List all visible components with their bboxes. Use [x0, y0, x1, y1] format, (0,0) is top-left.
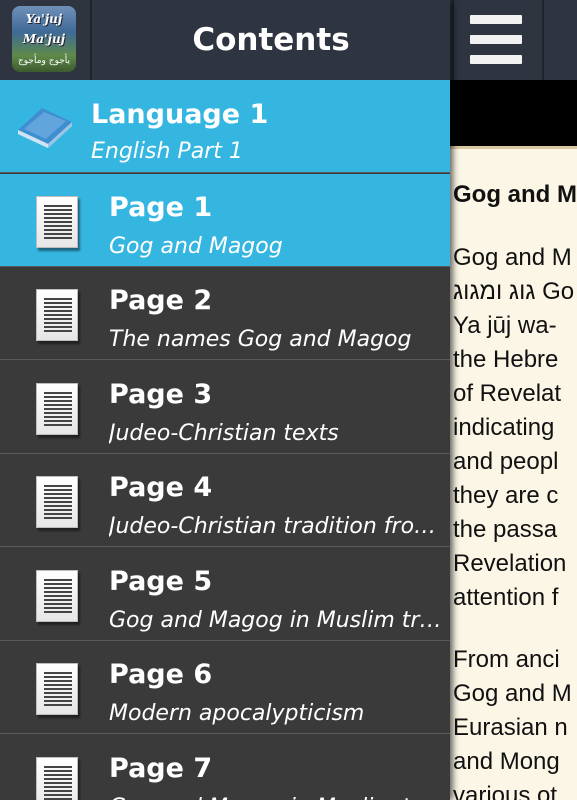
navigation-drawer: Ya'juj Ma'juj يأجوج ومأجوج Contents Lang… [0, 0, 450, 800]
drawer-item-subtitle: The names Gog and Magog [109, 327, 412, 352]
article-line: גוג ומגוג Go [453, 278, 575, 305]
drawer-item-page-4[interactable]: Page 4 Judeo-Christian tradition from... [0, 454, 450, 547]
document-icon [36, 757, 82, 800]
article-body: Gog and M גוג ומגוג Go Ya jūj wa- the He… [453, 241, 574, 800]
hamburger-menu-icon[interactable] [452, 0, 544, 80]
drawer-item-title: Page 1 [109, 192, 213, 223]
drawer-item-subtitle: Modern apocalypticism [109, 701, 365, 726]
article-line: indicating [453, 414, 555, 441]
group-subtitle: English Part 1 [91, 139, 243, 164]
article-line: Revelation [453, 550, 567, 577]
document-icon [36, 476, 82, 532]
article-line: various ot [453, 782, 558, 800]
article-line: of Revelat [453, 380, 562, 407]
article-line: the passa [453, 516, 558, 543]
article-line: Gog and M [453, 244, 572, 271]
article-line: Eurasian n [453, 714, 568, 741]
drawer-item-subtitle: Judeo-Christian tradition from... [109, 514, 444, 539]
article-line: the Hebre [453, 346, 559, 373]
app-logo-line3: يأجوج ومأجوج [17, 56, 71, 66]
document-icon [36, 196, 82, 252]
group-language-1[interactable]: Language 1 English Part 1 [0, 80, 450, 173]
drawer-item-title: Page 3 [109, 379, 213, 410]
document-icon [36, 383, 82, 439]
article-line: and Mong [453, 748, 560, 775]
article-line: and peopl [453, 448, 559, 475]
drawer-item-subtitle: Gog and Magog in Muslim trad... [109, 608, 444, 633]
article-line: Gog and M [453, 680, 572, 707]
article-panel[interactable]: Gog and M Gog and M גוג ומגוג Go Ya jūj … [450, 146, 577, 800]
article-line: they are c [453, 482, 559, 509]
article-line: attention f [453, 584, 559, 611]
drawer-header: Ya'juj Ma'juj يأجوج ومأجوج Contents [0, 0, 450, 80]
drawer-item-page-6[interactable]: Page 6 Modern apocalypticism [0, 641, 450, 734]
document-icon [36, 570, 82, 626]
group-title: Language 1 [91, 99, 269, 130]
document-icon [36, 289, 82, 345]
drawer-item-title: Page 5 [109, 566, 213, 597]
drawer-item-page-2[interactable]: Page 2 The names Gog and Magog [0, 267, 450, 360]
drawer-item-title: Page 7 [109, 753, 213, 784]
drawer-item-subtitle: Judeo-Christian texts [109, 421, 339, 446]
app-logo-icon[interactable]: Ya'juj Ma'juj يأجوج ومأجوج [12, 6, 76, 72]
drawer-item-title: Page 6 [109, 659, 213, 690]
article-line: Ya jūj wa- [453, 312, 557, 339]
document-icon [36, 663, 82, 719]
drawer-item-page-7[interactable]: Page 7 Gog and Magog in Muslim tra [0, 735, 450, 800]
content-header-band [450, 80, 577, 146]
drawer-title: Contents [192, 22, 350, 58]
app-logo-line1: Ya'juj [25, 12, 63, 26]
drawer-item-title: Page 2 [109, 285, 213, 316]
drawer-item-page-3[interactable]: Page 3 Judeo-Christian texts [0, 361, 450, 454]
drawer-item-subtitle: Gog and Magog in Muslim tra [109, 795, 444, 800]
drawer-item-title: Page 4 [109, 472, 213, 503]
app-logo-line2: Ma'juj [22, 32, 66, 46]
drawer-item-subtitle: Gog and Magog [109, 234, 283, 259]
article-line: From anci [453, 646, 560, 673]
drawer-item-page-1[interactable]: Page 1 Gog and Magog [0, 174, 450, 267]
drawer-item-page-5[interactable]: Page 5 Gog and Magog in Muslim trad... [0, 548, 450, 641]
article-title: Gog and M [453, 181, 577, 208]
book-icon [18, 108, 72, 148]
